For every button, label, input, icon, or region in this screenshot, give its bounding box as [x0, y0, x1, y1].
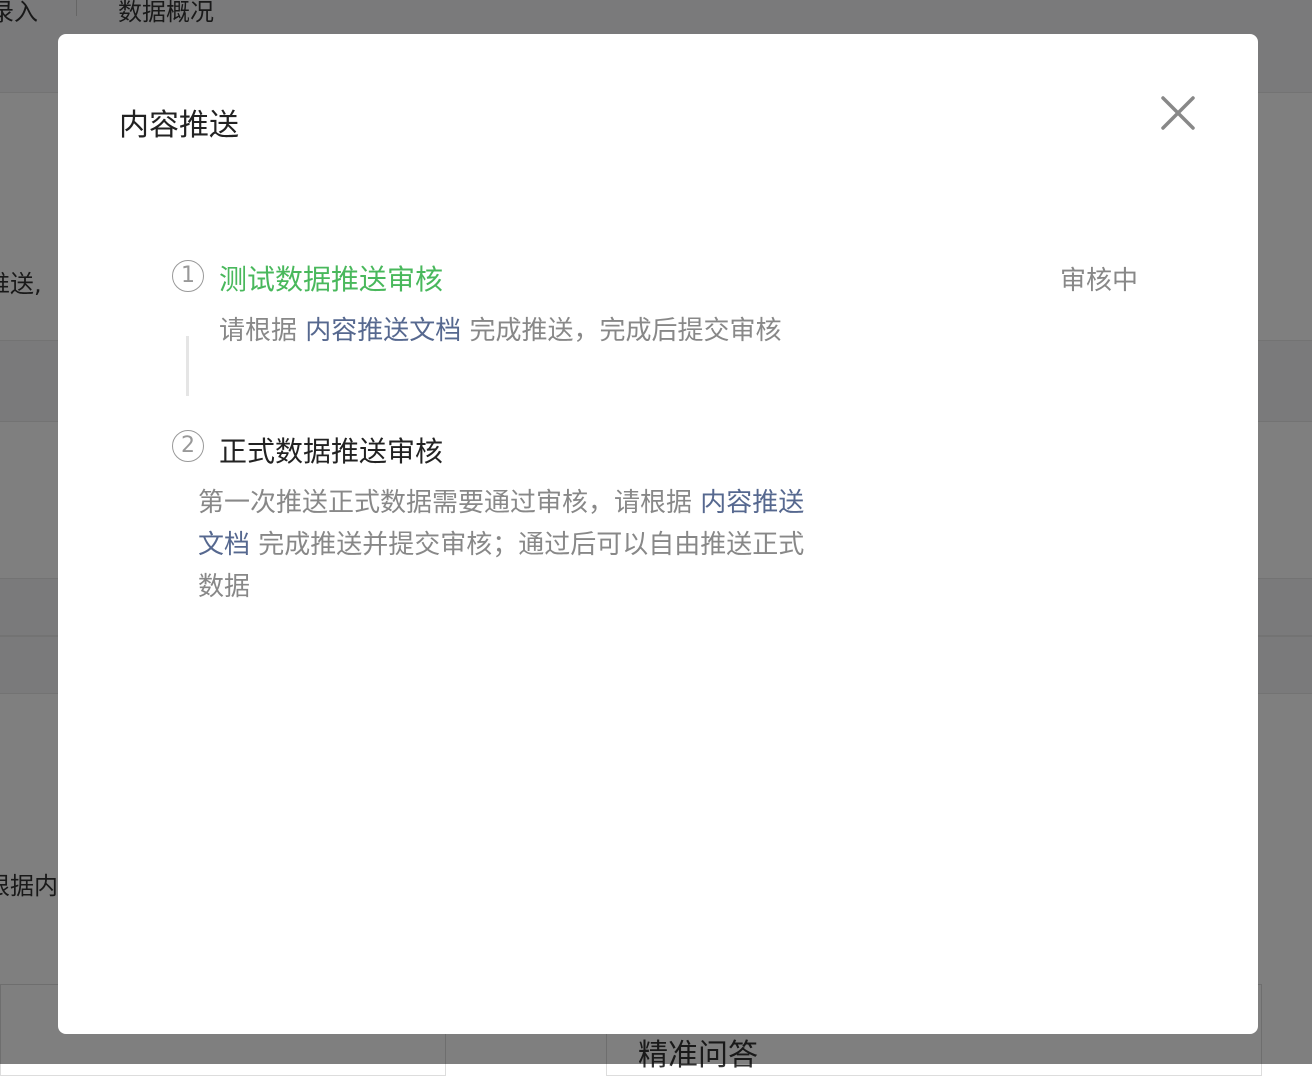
step-2-desc-prefix: 第一次推送正式数据需要通过审核，请根据 [198, 488, 701, 518]
step-1-number: 1 [172, 260, 204, 292]
modal-title: 内容推送 [119, 108, 239, 143]
close-icon-glyph [1161, 96, 1195, 130]
step-1-desc-prefix: 请根据 [219, 316, 306, 346]
step-2-title: 正式数据推送审核 [219, 435, 444, 468]
close-icon[interactable] [1158, 93, 1198, 133]
step-2-description: 第一次推送正式数据需要通过审核，请根据 内容推送文档 完成推送并提交审核；通过后… [198, 482, 808, 608]
content-push-modal: 内容推送 1 测试数据推送审核 审核中 请根据 内容推送文档 完成推送，完成后提… [58, 34, 1258, 1034]
step-2-desc-suffix: 完成推送并提交审核；通过后可以自由推送正式数据 [198, 530, 805, 602]
step-1-doc-link[interactable]: 内容推送文档 [305, 316, 461, 346]
step-2-number: 2 [172, 430, 204, 462]
step-1-description: 请根据 内容推送文档 完成推送，完成后提交审核 [219, 310, 782, 352]
step-1-status: 审核中 [1060, 266, 1139, 296]
step-connector [186, 336, 189, 396]
step-1-title: 测试数据推送审核 [219, 263, 444, 296]
step-1-desc-suffix: 完成推送，完成后提交审核 [461, 316, 782, 346]
